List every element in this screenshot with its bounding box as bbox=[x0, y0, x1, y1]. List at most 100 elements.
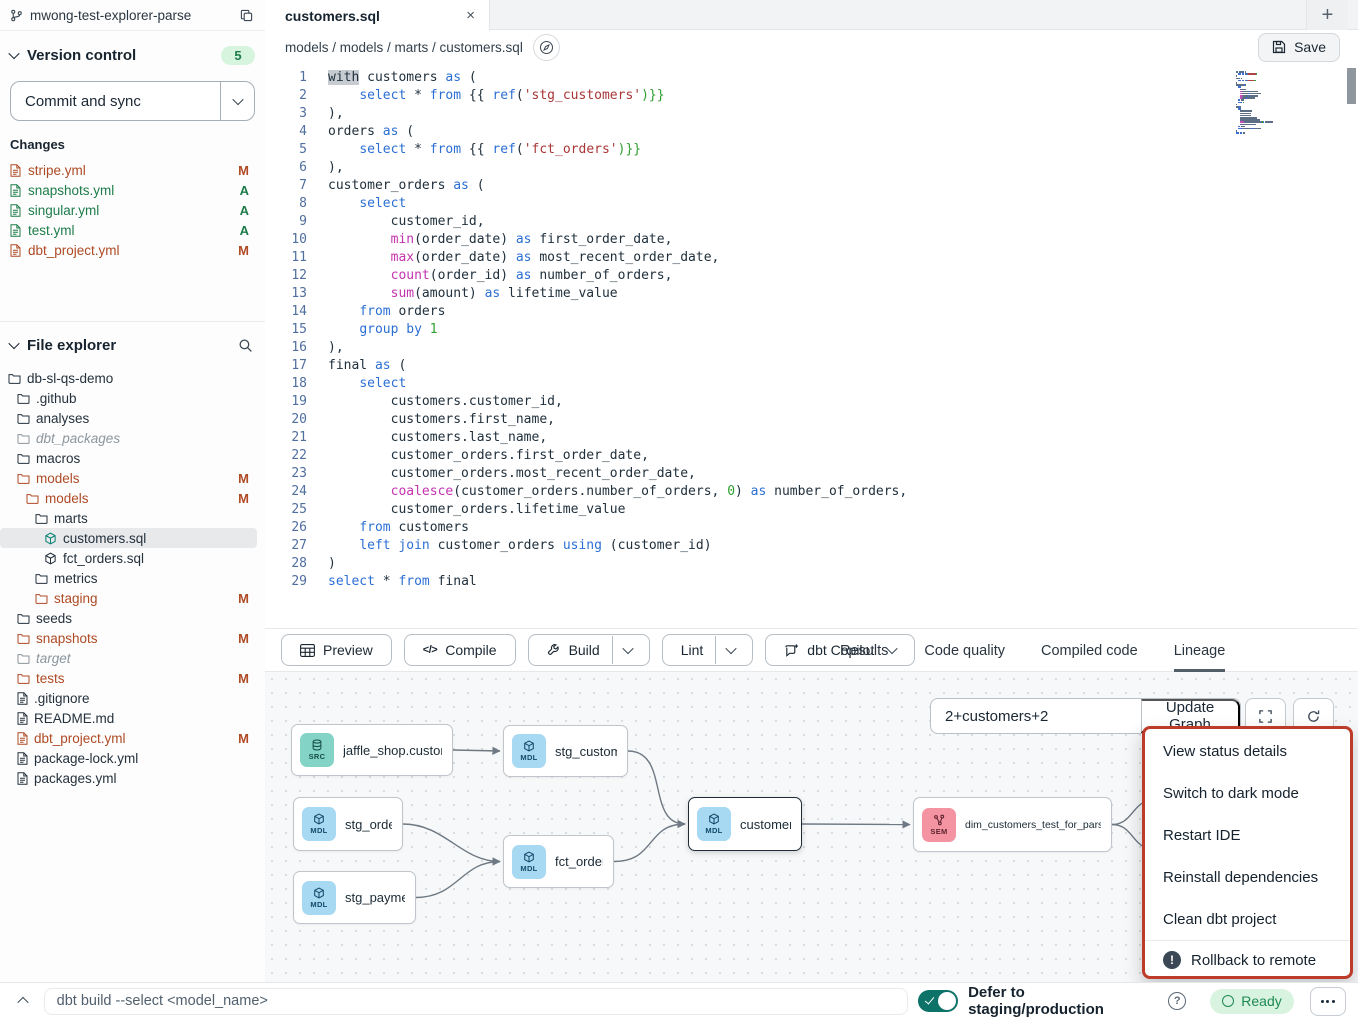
code-line[interactable]: ), bbox=[328, 105, 1268, 123]
tree-item-readme-md[interactable]: README.md bbox=[0, 708, 257, 728]
code-line[interactable]: max(order_date) as most_recent_order_dat… bbox=[328, 249, 1268, 267]
menu-item-restart-ide[interactable]: Restart IDE bbox=[1145, 814, 1350, 856]
commit-options-dropdown[interactable] bbox=[220, 82, 254, 120]
code-line[interactable]: select * from {{ ref('fct_orders')}} bbox=[328, 141, 1268, 159]
save-button[interactable]: Save bbox=[1258, 33, 1340, 62]
tree-item-dbt-project-yml[interactable]: dbt_project.yml M bbox=[0, 728, 257, 748]
tree-item-dbt-packages[interactable]: dbt_packages bbox=[0, 428, 257, 448]
code-line[interactable]: count(order_id) as number_of_orders, bbox=[328, 267, 1268, 285]
lineage-node-fct_orders[interactable]: MDL fct_orders bbox=[503, 835, 614, 888]
tree-item-target[interactable]: target bbox=[0, 648, 257, 668]
code-line[interactable]: select bbox=[328, 375, 1268, 393]
code-line[interactable]: ), bbox=[328, 159, 1268, 177]
lineage-node-jaffle_shop_customers[interactable]: SRC jaffle_shop.customers bbox=[291, 724, 453, 776]
change-item[interactable]: dbt_project.yml M bbox=[10, 240, 255, 260]
code-content[interactable]: with customers as ( select * from {{ ref… bbox=[328, 69, 1268, 591]
file-search-button[interactable] bbox=[236, 336, 255, 355]
tree-item-fct-orders-sql[interactable]: fct_orders.sql bbox=[0, 548, 257, 568]
close-tab-icon[interactable]: × bbox=[466, 7, 475, 24]
code-line[interactable]: from orders bbox=[328, 303, 1268, 321]
command-input[interactable]: dbt build --select <model_name> bbox=[44, 988, 908, 1015]
tree-item--gitignore[interactable]: .gitignore bbox=[0, 688, 257, 708]
code-line[interactable]: customers.last_name, bbox=[328, 429, 1268, 447]
lint-options-dropdown[interactable] bbox=[715, 636, 746, 664]
lint-button-group[interactable]: Lint bbox=[662, 634, 754, 666]
tab-lineage[interactable]: Lineage bbox=[1174, 629, 1226, 672]
menu-item-switch-to-dark-mode[interactable]: Switch to dark mode bbox=[1145, 772, 1350, 814]
editor-scrollbar[interactable] bbox=[1347, 66, 1356, 626]
tree-item-staging[interactable]: staging M bbox=[0, 588, 257, 608]
tree-item-seeds[interactable]: seeds bbox=[0, 608, 257, 628]
explore-lineage-button[interactable] bbox=[533, 34, 560, 61]
lineage-selector-input[interactable]: 2+customers+2 bbox=[931, 699, 1141, 733]
tree-item-customers-sql[interactable]: customers.sql bbox=[0, 528, 257, 548]
change-item[interactable]: stripe.yml M bbox=[10, 160, 255, 180]
tree-item-packages-yml[interactable]: packages.yml bbox=[0, 768, 257, 788]
chevron-down-icon[interactable] bbox=[8, 48, 19, 59]
lineage-node-stg_payments[interactable]: MDL stg_payments bbox=[293, 871, 416, 924]
code-editor[interactable]: 1234567891011121314151617181920212223242… bbox=[265, 64, 1358, 628]
more-options-button[interactable] bbox=[1310, 987, 1346, 1016]
tree-item-models[interactable]: models M bbox=[0, 468, 257, 488]
lineage-panel[interactable]: SRC jaffle_shop.customers MDL stg_custom… bbox=[265, 672, 1358, 982]
code-line[interactable]: with customers as ( bbox=[328, 69, 1268, 87]
code-line[interactable]: select * from {{ ref('stg_customers')}} bbox=[328, 87, 1268, 105]
code-line[interactable]: ), bbox=[328, 339, 1268, 357]
menu-item-rollback-to-remote[interactable]: ! Rollback to remote bbox=[1145, 941, 1350, 979]
lineage-node-dim_customers_test_for_parse[interactable]: SEM dim_customers_test_for_parse bbox=[913, 797, 1112, 852]
code-line[interactable]: select bbox=[328, 195, 1268, 213]
code-line[interactable]: group by 1 bbox=[328, 321, 1268, 339]
tree-item-db-sl-qs-demo[interactable]: db-sl-qs-demo bbox=[0, 368, 257, 388]
change-item[interactable]: singular.yml A bbox=[10, 200, 255, 220]
chevron-down-icon[interactable] bbox=[8, 338, 19, 349]
code-line[interactable]: select * from final bbox=[328, 573, 1268, 591]
code-line[interactable]: orders as ( bbox=[328, 123, 1268, 141]
menu-item-view-status-details[interactable]: View status details bbox=[1145, 730, 1350, 772]
code-line[interactable]: customer_orders as ( bbox=[328, 177, 1268, 195]
tab-compiled-code[interactable]: Compiled code bbox=[1041, 629, 1138, 672]
code-line[interactable]: customer_orders.lifetime_value bbox=[328, 501, 1268, 519]
code-line[interactable]: from customers bbox=[328, 519, 1268, 537]
commit-and-sync-button[interactable]: Commit and sync bbox=[10, 81, 255, 121]
defer-toggle[interactable] bbox=[918, 990, 958, 1012]
tab-code-quality[interactable]: Code quality bbox=[924, 629, 1005, 672]
code-line[interactable]: customers.first_name, bbox=[328, 411, 1268, 429]
tree-item-metrics[interactable]: metrics bbox=[0, 568, 257, 588]
minimap[interactable] bbox=[1236, 71, 1292, 134]
tab-results[interactable]: Results bbox=[840, 629, 888, 672]
tree-item-analyses[interactable]: analyses bbox=[0, 408, 257, 428]
lint-button[interactable]: Lint bbox=[669, 636, 716, 664]
tab-customers-sql[interactable]: customers.sql × bbox=[265, 0, 490, 31]
expand-command-panel-button[interactable] bbox=[12, 996, 34, 1006]
menu-item-reinstall-dependencies[interactable]: Reinstall dependencies bbox=[1145, 856, 1350, 898]
new-tab-button[interactable]: + bbox=[1306, 0, 1348, 30]
tree-item-package-lock-yml[interactable]: package-lock.yml bbox=[0, 748, 257, 768]
code-line[interactable]: customers.customer_id, bbox=[328, 393, 1268, 411]
code-line[interactable]: min(order_date) as first_order_date, bbox=[328, 231, 1268, 249]
tree-item-marts[interactable]: marts bbox=[0, 508, 257, 528]
code-line[interactable]: left join customer_orders using (custome… bbox=[328, 537, 1268, 555]
copy-branch-button[interactable] bbox=[238, 7, 255, 24]
build-button[interactable]: Build bbox=[535, 636, 612, 664]
tree-item-models[interactable]: models M bbox=[0, 488, 257, 508]
code-line[interactable]: customer_orders.first_order_date, bbox=[328, 447, 1268, 465]
lineage-node-customers[interactable]: MDL customers bbox=[688, 797, 802, 851]
tree-item-snapshots[interactable]: snapshots M bbox=[0, 628, 257, 648]
lineage-node-stg_customers[interactable]: MDL stg_customers bbox=[503, 725, 628, 777]
code-line[interactable]: final as ( bbox=[328, 357, 1268, 375]
code-line[interactable]: ) bbox=[328, 555, 1268, 573]
code-line[interactable]: sum(amount) as lifetime_value bbox=[328, 285, 1268, 303]
code-line[interactable]: coalesce(customer_orders.number_of_order… bbox=[328, 483, 1268, 501]
tree-item-macros[interactable]: macros bbox=[0, 448, 257, 468]
build-button-group[interactable]: Build bbox=[528, 634, 650, 666]
code-line[interactable]: customer_orders.most_recent_order_date, bbox=[328, 465, 1268, 483]
compile-button[interactable]: </> Compile bbox=[404, 634, 516, 666]
preview-button[interactable]: Preview bbox=[281, 634, 392, 666]
menu-item-clean-dbt-project[interactable]: Clean dbt project bbox=[1145, 898, 1350, 940]
tree-item-tests[interactable]: tests M bbox=[0, 668, 257, 688]
lineage-node-stg_orders[interactable]: MDL stg_orders bbox=[293, 797, 403, 851]
change-item[interactable]: test.yml A bbox=[10, 220, 255, 240]
help-icon[interactable]: ? bbox=[1168, 992, 1186, 1010]
build-options-dropdown[interactable] bbox=[612, 636, 643, 664]
change-item[interactable]: snapshots.yml A bbox=[10, 180, 255, 200]
